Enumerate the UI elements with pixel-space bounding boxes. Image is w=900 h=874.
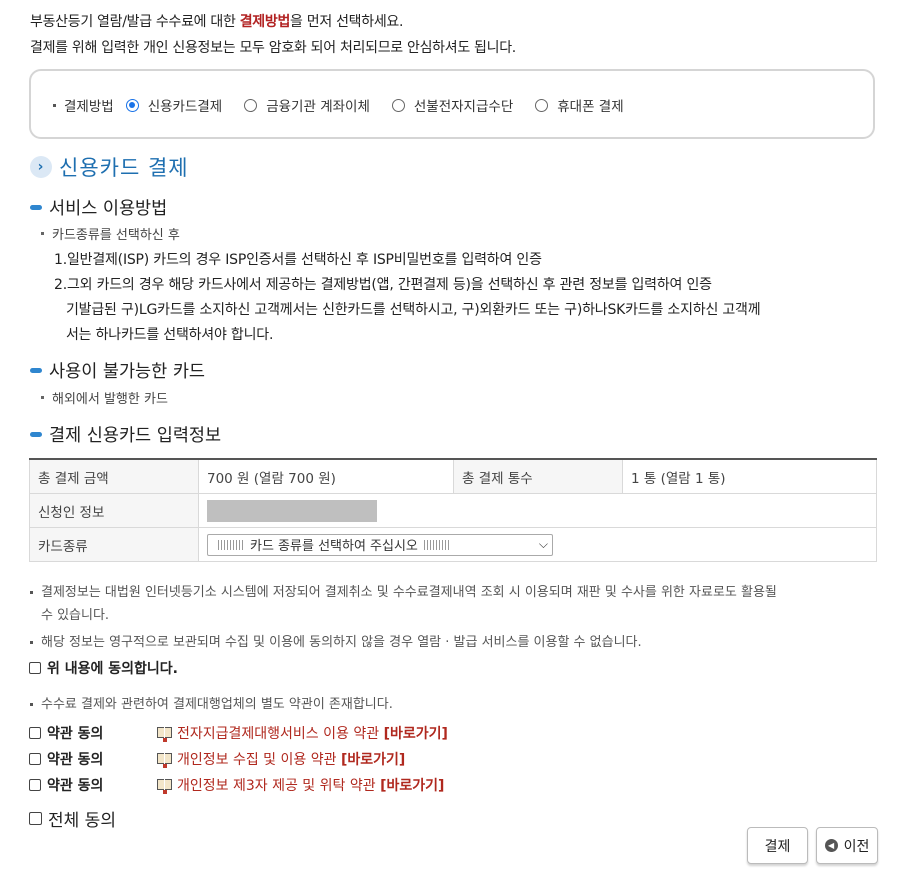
book-icon: [157, 726, 173, 742]
dash-icon: [30, 432, 42, 437]
payment-method-box: 결제방법 신용카드결제 금융기관 계좌이체 선불전자지급수단 휴대폰 결제: [29, 69, 875, 139]
chevron-down-icon: ⌵: [538, 537, 548, 551]
card-info-heading: 결제 신용카드 입력정보: [30, 422, 221, 447]
checkbox-icon[interactable]: [29, 779, 41, 791]
usage-item-3b: 서는 하나카드를 선택하셔야 합니다.: [66, 327, 274, 343]
card-type-cell: 카드 종류를 선택하여 주십시오 ⌵: [198, 527, 877, 562]
card-info-table: 총 결제 금액 700 원 (열람 700 원) 총 결제 통수 1 통 (열람…: [29, 458, 877, 562]
checkbox-icon[interactable]: [29, 662, 41, 674]
total-count-label: 총 결제 통수: [453, 458, 623, 494]
payment-method-options: 신용카드결제 금융기관 계좌이체 선불전자지급수단 휴대폰 결제: [125, 95, 646, 115]
terms-row-1: 약관 동의 전자지급결제대행서비스 이용 약관 [바로가기]: [29, 723, 448, 743]
usage-item-1: 1.일반결제(ISP) 카드의 경우 ISP인증서를 선택하신 후 ISP비밀번…: [54, 252, 542, 268]
usage-bullet: 카드종류를 선택하신 후: [41, 224, 180, 243]
intro-line-2: 결제를 위해 입력한 개인 신용정보는 모두 암호화 되어 처리되므로 안심하셔…: [30, 40, 516, 56]
intro-text: 부동산등기 열람/발급 수수료에 대한 결제방법을 먼저 선택하세요. 결제를 …: [30, 9, 516, 61]
total-amount-label: 총 결제 금액: [29, 458, 199, 494]
masked-applicant-info: [207, 499, 377, 522]
prev-button[interactable]: ◀ 이전: [816, 827, 878, 864]
dash-icon: [30, 368, 42, 373]
table-row: 총 결제 금액 700 원 (열람 700 원) 총 결제 통수 1 통 (열람…: [29, 458, 877, 494]
terms-link-3[interactable]: [바로가기]: [380, 775, 444, 795]
usage-item-3a: 기발급된 구)LG카드를 소지하신 고객께서는 신한카드를 선택하시고, 구)외…: [66, 302, 761, 318]
pattern-decoration: [218, 539, 244, 550]
terms-row-3: 약관 동의 개인정보 제3자 제공 및 위탁 약관 [바로가기]: [29, 775, 444, 795]
terms-link-2[interactable]: [바로가기]: [341, 749, 405, 769]
radio-credit-card[interactable]: 신용카드결제: [125, 95, 222, 115]
checkbox-icon[interactable]: [29, 753, 41, 765]
book-icon: [157, 752, 173, 768]
terms-title-3[interactable]: 개인정보 제3자 제공 및 위탁 약관: [177, 775, 376, 795]
bullet-square: [41, 396, 44, 399]
note-1: 결제정보는 대법원 인터넷등기소 시스템에 저장되어 결제취소 및 수수료결제내…: [30, 581, 880, 627]
terms-title-1[interactable]: 전자지급결제대행서비스 이용 약관: [177, 723, 379, 743]
checkbox-icon[interactable]: [29, 812, 42, 825]
table-row: 카드종류 카드 종류를 선택하여 주십시오 ⌵: [29, 527, 877, 562]
total-amount-value: 700 원 (열람 700 원): [198, 458, 454, 494]
terms-link-1[interactable]: [바로가기]: [384, 723, 448, 743]
radio-icon[interactable]: [244, 98, 258, 112]
card-type-label: 카드종류: [29, 527, 199, 562]
total-count-value: 1 통 (열람 1 통): [622, 458, 877, 494]
note-2: 해당 정보는 영구적으로 보관되며 수집 및 이용에 동의하지 않을 경우 열람…: [30, 631, 642, 654]
bullet-square: [30, 641, 33, 644]
arrow-left-icon: ◀: [824, 839, 838, 852]
payment-method-label: 결제방법: [64, 99, 114, 115]
terms-row-2: 약관 동의 개인정보 수집 및 이용 약관 [바로가기]: [29, 749, 405, 769]
dash-icon: [30, 205, 42, 210]
card-type-select[interactable]: 카드 종류를 선택하여 주십시오 ⌵: [207, 533, 553, 556]
usage-heading: 서비스 이용방법: [30, 195, 167, 220]
radio-bank-transfer[interactable]: 금융기관 계좌이체: [244, 95, 370, 115]
intro-line-1: 부동산등기 열람/발급 수수료에 대한 결제방법을 먼저 선택하세요.: [30, 14, 404, 30]
terms-title-2[interactable]: 개인정보 수집 및 이용 약관: [177, 749, 336, 769]
book-icon: [157, 778, 173, 794]
radio-mobile[interactable]: 휴대폰 결제: [535, 95, 624, 115]
note-3: 수수료 결제와 관련하여 결제대행업체의 별도 약관이 존재합니다.: [30, 693, 393, 716]
pattern-decoration: [423, 539, 450, 550]
highlight-payment-method: 결제방법: [239, 14, 291, 30]
pay-button[interactable]: 결제: [747, 827, 808, 864]
radio-icon[interactable]: [391, 98, 405, 112]
radio-icon[interactable]: [535, 98, 549, 112]
usage-item-2: 2.그외 카드의 경우 해당 카드사에서 제공하는 결제방법(앱, 간편결제 등…: [54, 277, 712, 293]
checkbox-icon[interactable]: [29, 727, 41, 739]
radio-prepaid[interactable]: 선불전자지급수단: [391, 95, 513, 115]
bullet-square: [30, 703, 33, 706]
chevron-right-icon: ›: [30, 156, 52, 178]
section-title: › 신용카드 결제: [30, 152, 189, 182]
agree-above-checkbox[interactable]: 위 내용에 동의합니다.: [29, 658, 178, 678]
table-row: 신청인 정보: [29, 493, 877, 528]
bullet-square: [53, 103, 56, 107]
bullet-square: [41, 232, 44, 235]
unusable-bullet: 해외에서 발행한 카드: [41, 388, 168, 407]
agree-all-checkbox[interactable]: 전체 동의: [29, 806, 116, 831]
bullet-square: [30, 591, 33, 594]
radio-selected-icon[interactable]: [125, 98, 139, 112]
applicant-value: [198, 493, 877, 528]
applicant-label: 신청인 정보: [29, 493, 199, 528]
unusable-heading: 사용이 불가능한 카드: [30, 358, 205, 383]
